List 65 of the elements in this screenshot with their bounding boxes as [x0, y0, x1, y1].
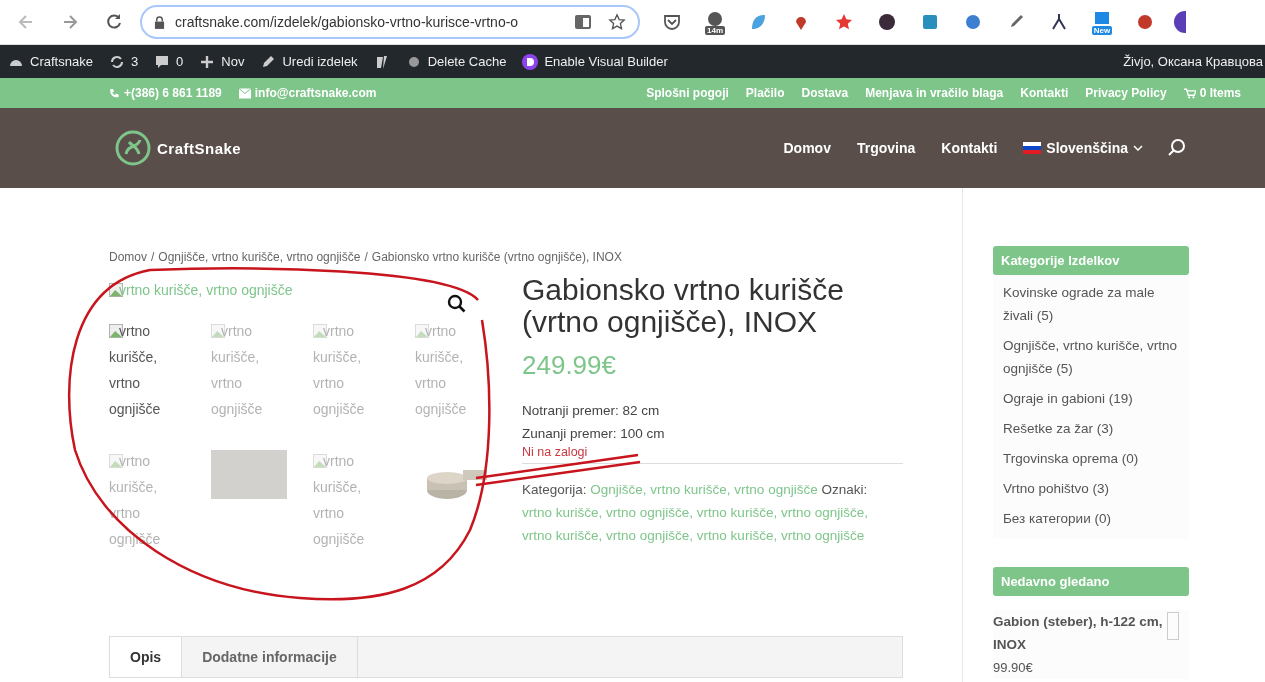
profile-icon[interactable]	[1174, 11, 1186, 33]
url-text: craftsnake.com/izdelek/gabionsko-vrtno-kurisce-vrtno-o	[175, 14, 520, 30]
category-link[interactable]: Rešetke za žar (3)	[1003, 417, 1179, 447]
greeting-link[interactable]: Živjo, Оксана Кравцова	[1123, 54, 1265, 69]
recent-product-price: 99.90€	[993, 659, 1034, 677]
search-icon[interactable]	[1167, 138, 1187, 158]
product-thumbnail[interactable]	[1167, 612, 1179, 640]
plus-icon[interactable]	[199, 53, 216, 70]
category-link[interactable]: Kovinske ograde za male živali (5)	[1003, 281, 1179, 334]
meta-label: Oznaki:	[821, 482, 868, 497]
breadcrumb-link[interactable]: Domov	[109, 250, 147, 264]
pencil-icon[interactable]	[260, 53, 277, 70]
category-link[interactable]: Trgovinska oprema (0)	[1003, 447, 1179, 477]
meta-label: Kategorija:	[522, 482, 587, 497]
recent-product-link[interactable]: Gabion (steber), h-122 cm, INOX	[993, 610, 1167, 656]
snake-logo-icon	[115, 130, 151, 166]
timer-icon[interactable]	[705, 9, 725, 29]
star-icon[interactable]	[834, 12, 854, 32]
nav-link[interactable]: Slovenščina	[1023, 140, 1143, 156]
address-bar[interactable]: craftsnake.com/izdelek/gabionsko-vrtno-kurisce-vrtno-o	[140, 5, 640, 39]
breadcrumb-link[interactable]: Ognjišče, vrtno kurišče, vrtno ognjišče	[158, 250, 361, 264]
admin-bar-item[interactable]: Delete Cache	[397, 53, 515, 70]
admin-bar-item[interactable]: Nov	[191, 53, 253, 70]
pocket-icon[interactable]	[662, 12, 682, 32]
category-link[interactable]: Без категории (0)	[1003, 507, 1179, 537]
lock-icon	[154, 15, 165, 29]
breadcrumb-current: Gabionsko vrtno kurišče (vrtno ognjišče), INOX	[371, 250, 622, 264]
reload-icon[interactable]	[104, 12, 124, 32]
product-title: Gabionsko vrtno kurišče (vrtno ognjišče), INOX	[522, 274, 845, 338]
product-detail: Zunanji premer: 100 cm	[522, 425, 666, 443]
admin-bar-item[interactable]: 0	[146, 53, 192, 70]
widget-title: Nedavno gledano	[993, 567, 1189, 596]
category-link[interactable]: Ognjišče, vrtno kurišče, vrtno ognjišče (5)	[1003, 334, 1179, 387]
extension-badge: New	[1091, 26, 1113, 35]
bookmark-star-icon[interactable]	[608, 13, 626, 31]
admin-bar-item[interactable]: Craftsnake	[0, 53, 101, 70]
widget-title: Kategorije Izdelkov	[993, 246, 1189, 275]
category-link[interactable]: Ograje in gabioni (19)	[1003, 387, 1179, 417]
product-tab[interactable]: Opis	[110, 637, 183, 677]
circle-icon[interactable]	[877, 12, 897, 32]
admin-bar-item[interactable]: Enable Visual Builder	[514, 53, 676, 70]
product-detail: Notranji premer: 82 cm	[522, 402, 661, 420]
site-logo[interactable]: CraftSnake	[115, 130, 242, 166]
comment-icon[interactable]	[154, 53, 171, 70]
nav-link[interactable]: Domov	[783, 140, 831, 156]
extension-badge: 14m	[705, 26, 725, 35]
product-price: 249.99€	[522, 350, 617, 381]
phone-icon	[108, 87, 120, 99]
zoom-icon[interactable]	[447, 294, 467, 314]
envelope-icon	[238, 87, 251, 99]
admin-bar-item[interactable]: Uredi izdelek	[252, 53, 366, 70]
refresh-icon[interactable]	[108, 53, 125, 70]
square-icon[interactable]	[920, 12, 940, 32]
flag-icon	[1023, 142, 1042, 154]
nav-link[interactable]: Kontakti	[941, 140, 998, 156]
category-link[interactable]: Vrtno pohištvo (3)	[1003, 477, 1179, 507]
stock-status: Ni na zalogi	[522, 445, 903, 464]
translate-icon[interactable]	[574, 13, 592, 31]
admin-bar-item[interactable]: 3	[100, 53, 147, 70]
nav-link[interactable]: Trgovina	[856, 140, 916, 156]
product-tab[interactable]: Dodatne informacije	[182, 637, 358, 677]
breadcrumb-separator: /	[364, 250, 368, 264]
cart-icon	[1183, 87, 1196, 99]
breadcrumb-separator: /	[151, 250, 155, 264]
thumbnail-alt-text[interactable]: vrtno kurišče, vrtno ognjišče	[109, 318, 169, 422]
